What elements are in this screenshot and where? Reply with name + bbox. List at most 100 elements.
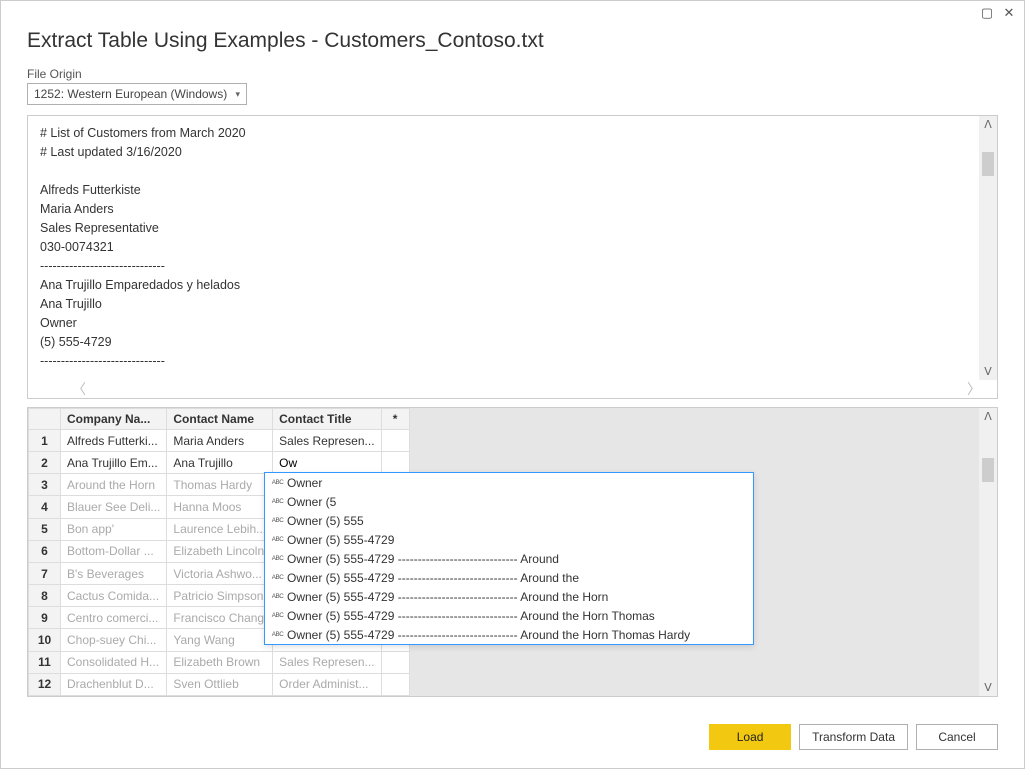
autocomplete-option-label: Owner (5) 555-4729 ---------------------…: [287, 550, 559, 568]
cell-title[interactable]: Sales Represen...: [273, 651, 381, 673]
scrollbar-thumb[interactable]: [982, 152, 994, 176]
cell-title[interactable]: [273, 452, 381, 474]
preview-vertical-scrollbar[interactable]: ᐱ ᐯ: [979, 116, 997, 380]
cell-contact[interactable]: Thomas Hardy: [167, 474, 273, 496]
dialog-window: ▢ ✕ Extract Table Using Examples - Custo…: [0, 0, 1025, 769]
autocomplete-option[interactable]: Owner (5) 555-4729 ---------------------…: [265, 549, 753, 568]
text-type-icon: [271, 612, 287, 620]
cell-contact[interactable]: Maria Anders: [167, 430, 273, 452]
autocomplete-popup[interactable]: OwnerOwner (5Owner (5) 555Owner (5) 555-…: [264, 472, 754, 645]
table-row: 12Drachenblut D...Sven OttliebOrder Admi…: [29, 673, 410, 695]
cell-company[interactable]: Around the Horn: [61, 474, 167, 496]
cell-contact[interactable]: Sven Ottlieb: [167, 673, 273, 695]
row-number[interactable]: 4: [29, 496, 61, 518]
transform-data-button[interactable]: Transform Data: [799, 724, 908, 750]
table-row: 11Consolidated H...Elizabeth BrownSales …: [29, 651, 410, 673]
text-type-icon: [271, 498, 287, 506]
cell-company[interactable]: Ana Trujillo Em...: [61, 452, 167, 474]
row-number[interactable]: 2: [29, 452, 61, 474]
grid-header-contact[interactable]: Contact Name: [167, 409, 273, 430]
load-button[interactable]: Load: [709, 724, 791, 750]
file-preview-panel: # List of Customers from March 2020 # La…: [27, 115, 998, 399]
cancel-button[interactable]: Cancel: [916, 724, 998, 750]
autocomplete-option[interactable]: Owner (5) 555-4729 ---------------------…: [265, 568, 753, 587]
dialog-title: Extract Table Using Examples - Customers…: [1, 25, 1024, 67]
cell-extra[interactable]: [381, 673, 409, 695]
cell-extra[interactable]: [381, 651, 409, 673]
cell-company[interactable]: Bottom-Dollar ...: [61, 540, 167, 562]
maximize-icon[interactable]: ▢: [976, 2, 998, 24]
scroll-down-icon[interactable]: ᐯ: [979, 681, 997, 694]
preview-horizontal-scrollbar[interactable]: 〈 〉: [28, 380, 997, 398]
autocomplete-option-label: Owner (5) 555: [287, 512, 364, 530]
autocomplete-option-label: Owner (5) 555-4729 ---------------------…: [287, 607, 655, 625]
scroll-up-icon[interactable]: ᐱ: [979, 118, 997, 131]
cell-extra[interactable]: [381, 452, 409, 474]
autocomplete-option-label: Owner (5) 555-4729 ---------------------…: [287, 626, 690, 644]
grid-header-add[interactable]: *: [381, 409, 409, 430]
autocomplete-option[interactable]: Owner (5) 555: [265, 511, 753, 530]
text-type-icon: [271, 631, 287, 639]
row-number[interactable]: 1: [29, 430, 61, 452]
scroll-right-icon[interactable]: 〉: [967, 379, 981, 399]
cell-title[interactable]: Order Administ...: [273, 673, 381, 695]
cell-extra[interactable]: [381, 430, 409, 452]
file-origin-dropdown[interactable]: 1252: Western European (Windows) ▾: [27, 83, 247, 105]
cell-contact[interactable]: Francisco Chang: [167, 607, 273, 629]
autocomplete-option[interactable]: Owner: [265, 473, 753, 492]
cell-company[interactable]: B's Beverages: [61, 562, 167, 584]
autocomplete-option-label: Owner (5: [287, 493, 336, 511]
autocomplete-option[interactable]: Owner (5) 555-4729 ---------------------…: [265, 625, 753, 644]
cell-company[interactable]: Centro comerci...: [61, 607, 167, 629]
autocomplete-option[interactable]: Owner (5) 555-4729 ---------------------…: [265, 606, 753, 625]
cell-contact[interactable]: Hanna Moos: [167, 496, 273, 518]
cell-contact[interactable]: Ana Trujillo: [167, 452, 273, 474]
cell-company[interactable]: Cactus Comida...: [61, 585, 167, 607]
cell-contact[interactable]: Elizabeth Brown: [167, 651, 273, 673]
autocomplete-option[interactable]: Owner (5: [265, 492, 753, 511]
text-type-icon: [271, 574, 287, 582]
autocomplete-option[interactable]: Owner (5) 555-4729: [265, 530, 753, 549]
scroll-down-icon[interactable]: ᐯ: [979, 365, 997, 378]
grid-header-title[interactable]: Contact Title: [273, 409, 381, 430]
row-number[interactable]: 5: [29, 518, 61, 540]
cell-contact[interactable]: Laurence Lebih...: [167, 518, 273, 540]
cell-contact[interactable]: Patricio Simpson: [167, 585, 273, 607]
cell-company[interactable]: Bon app': [61, 518, 167, 540]
file-origin-value: 1252: Western European (Windows): [34, 84, 227, 104]
scroll-left-icon[interactable]: 〈: [72, 379, 86, 399]
grid-header-rownum[interactable]: [29, 409, 61, 430]
cell-company[interactable]: Alfreds Futterki...: [61, 430, 167, 452]
cell-company[interactable]: Chop-suey Chi...: [61, 629, 167, 651]
row-number[interactable]: 7: [29, 562, 61, 584]
row-number[interactable]: 9: [29, 607, 61, 629]
text-type-icon: [271, 593, 287, 601]
cell-title[interactable]: Sales Represen...: [273, 430, 381, 452]
row-number[interactable]: 6: [29, 540, 61, 562]
row-number[interactable]: 12: [29, 673, 61, 695]
cell-contact[interactable]: Victoria Ashwo...: [167, 562, 273, 584]
cell-title-input[interactable]: [273, 453, 380, 473]
row-number[interactable]: 10: [29, 629, 61, 651]
row-number[interactable]: 8: [29, 585, 61, 607]
autocomplete-option-label: Owner: [287, 474, 322, 492]
dialog-content: File Origin 1252: Western European (Wind…: [1, 67, 1024, 708]
titlebar-controls: ▢ ✕: [1, 1, 1024, 25]
scroll-up-icon[interactable]: ᐱ: [979, 410, 997, 423]
scrollbar-thumb[interactable]: [982, 458, 994, 482]
cell-company[interactable]: Drachenblut D...: [61, 673, 167, 695]
close-icon[interactable]: ✕: [998, 2, 1020, 24]
cell-company[interactable]: Blauer See Deli...: [61, 496, 167, 518]
grid-vertical-scrollbar[interactable]: ᐱ ᐯ: [979, 408, 997, 696]
autocomplete-option-label: Owner (5) 555-4729 ---------------------…: [287, 588, 608, 606]
file-preview-text: # List of Customers from March 2020 # La…: [28, 116, 979, 380]
autocomplete-option[interactable]: Owner (5) 555-4729 ---------------------…: [265, 587, 753, 606]
grid-header-company[interactable]: Company Na...: [61, 409, 167, 430]
row-number[interactable]: 11: [29, 651, 61, 673]
cell-contact[interactable]: Yang Wang: [167, 629, 273, 651]
cell-contact[interactable]: Elizabeth Lincoln: [167, 540, 273, 562]
autocomplete-option-label: Owner (5) 555-4729: [287, 531, 394, 549]
cell-company[interactable]: Consolidated H...: [61, 651, 167, 673]
text-type-icon: [271, 536, 287, 544]
row-number[interactable]: 3: [29, 474, 61, 496]
